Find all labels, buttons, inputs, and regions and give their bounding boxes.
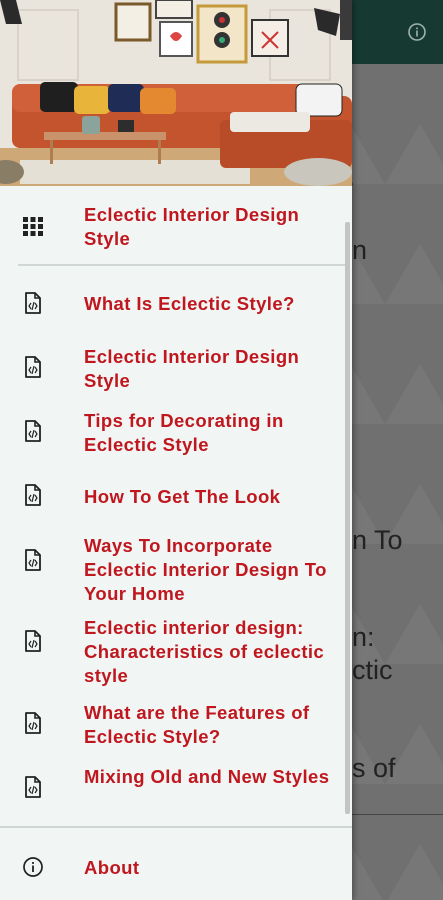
background-text: n: [352, 235, 368, 265]
code-file-icon: [25, 484, 41, 506]
code-file-icon: [25, 420, 41, 442]
drawer-item-label: What are the Features of Eclectic Style?: [84, 702, 310, 747]
drawer-item-what-is-eclectic[interactable]: What Is Eclectic Style?: [0, 280, 352, 328]
drawer-item-label: What Is Eclectic Style?: [84, 293, 295, 314]
code-file-icon: [25, 712, 41, 734]
drawer-item-label: Tips for Decorating in Eclectic Style: [84, 410, 284, 455]
code-file-icon: [25, 630, 41, 652]
code-file-icon: [25, 776, 41, 798]
drawer-item-about[interactable]: About: [0, 844, 352, 892]
background-text: s of: [352, 753, 396, 783]
drawer-item-features[interactable]: What are the Features of Eclectic Style?: [0, 698, 352, 754]
info-icon: [23, 857, 43, 877]
drawer-item-label: Eclectic Interior Design Style: [84, 346, 300, 391]
drawer-item-characteristics[interactable]: Eclectic interior design: Characteristic…: [0, 614, 352, 690]
background-text: ctic: [352, 655, 393, 685]
drawer-item-get-the-look[interactable]: How To Get The Look: [0, 474, 352, 522]
drawer-item-label: Eclectic Interior Design Style: [84, 204, 300, 249]
drawer-item-label: Eclectic interior design: Characteristic…: [84, 617, 325, 686]
drawer-item-eclectic-style[interactable]: Eclectic Interior Design Style: [0, 342, 352, 398]
drawer-item-home[interactable]: Eclectic Interior Design Style: [0, 196, 352, 258]
background-divider: [352, 814, 443, 815]
code-file-icon: [25, 292, 41, 314]
drawer-divider: [18, 264, 348, 266]
code-file-icon: [25, 549, 41, 571]
drawer-item-label: Ways To Incorporate Eclectic Interior De…: [84, 535, 327, 604]
drawer-item-label: How To Get The Look: [84, 486, 281, 507]
drawer-item-mixing-styles[interactable]: Mixing Old and New Styles: [0, 762, 352, 818]
navigation-drawer: Eclectic Interior Design Style What Is E…: [0, 0, 352, 900]
background-text: n:: [352, 622, 375, 652]
drawer-divider: [0, 826, 352, 828]
grid-icon: [23, 217, 43, 236]
drawer-item-ways-to-incorporate[interactable]: Ways To Incorporate Eclectic Interior De…: [0, 532, 352, 608]
info-icon[interactable]: [407, 22, 427, 42]
code-file-icon: [25, 356, 41, 378]
drawer-item-label: About: [84, 857, 140, 878]
drawer-item-tips[interactable]: Tips for Decorating in Eclectic Style: [0, 406, 352, 462]
background-text: n To: [352, 525, 403, 555]
drawer-header-image: [0, 0, 352, 186]
drawer-item-label: Mixing Old and New Styles: [84, 766, 330, 787]
